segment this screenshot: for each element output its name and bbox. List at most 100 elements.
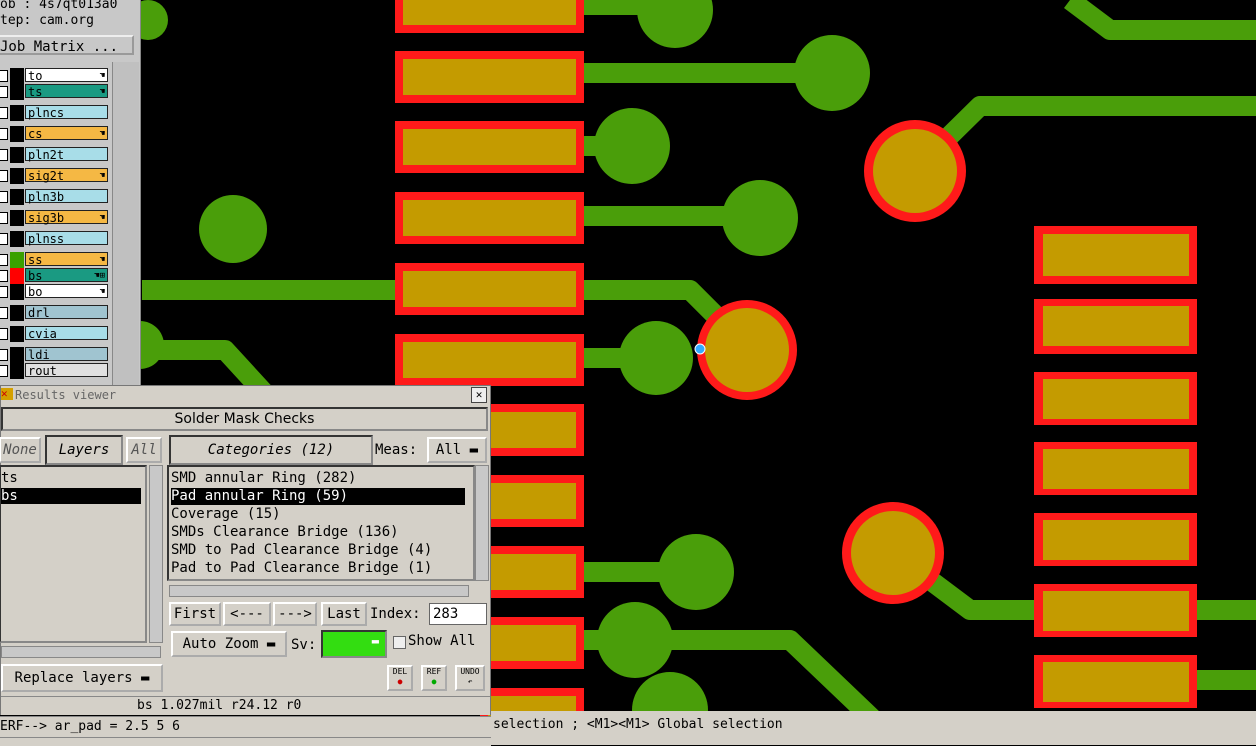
layer-color-swatch[interactable] (10, 305, 24, 321)
layer-color-swatch[interactable] (10, 231, 24, 247)
show-all-checkbox[interactable] (393, 636, 406, 649)
first-button[interactable]: First (169, 602, 221, 626)
category-item-selected[interactable]: Pad annular Ring (59) (171, 488, 465, 505)
layer-checkbox[interactable] (0, 349, 8, 361)
ref-button[interactable]: REF ● (421, 665, 447, 691)
layer-name[interactable]: cvia (25, 326, 108, 341)
all-layers-button[interactable]: All (126, 437, 162, 463)
layer-row-pln2t[interactable]: pln2t (0, 147, 112, 163)
layer-color-swatch[interactable] (10, 268, 24, 284)
index-input[interactable]: 283 (429, 603, 487, 625)
layer-row-ss[interactable]: ss ☚ (0, 252, 112, 268)
layer-name[interactable]: ts ☚ (25, 84, 108, 99)
layer-name[interactable]: sig3b ☚ (25, 210, 108, 225)
layer-name[interactable]: cs ☚ (25, 126, 108, 141)
layer-row-cs[interactable]: cs ☚ (0, 126, 112, 142)
layer-row-pln3b[interactable]: pln3b (0, 189, 112, 205)
layer-row-plncs[interactable]: plncs (0, 105, 112, 121)
layer-name[interactable]: to ☚ (25, 68, 108, 83)
layer-checkbox[interactable] (0, 191, 8, 203)
layer-row-sig3b[interactable]: sig3b ☚ (0, 210, 112, 226)
layer-checkbox[interactable] (0, 212, 8, 224)
category-hscrollbar[interactable] (169, 585, 469, 597)
category-item[interactable]: SMDs Clearance Bridge (136) (171, 524, 399, 541)
layer-name[interactable]: plnss (25, 231, 108, 246)
layer-row-ts[interactable]: ts ☚ (0, 84, 112, 100)
layer-name[interactable]: bs ☚⊞ (25, 268, 108, 283)
layer-result-list[interactable]: ts bs (0, 465, 147, 643)
layer-checkbox[interactable] (0, 307, 8, 319)
layer-checkbox[interactable] (0, 365, 8, 377)
layer-color-swatch[interactable] (10, 189, 24, 205)
close-icon[interactable]: ✕ (471, 387, 487, 403)
layer-checkbox[interactable] (0, 254, 8, 266)
prev-button[interactable]: <--- (223, 602, 271, 626)
layer-list-vscrollbar[interactable] (149, 465, 163, 643)
category-item[interactable]: SMD annular Ring (282) (171, 470, 356, 487)
undo-button[interactable]: UNDO ↶ (455, 665, 485, 691)
category-list[interactable]: SMD annular Ring (282) Pad annular Ring … (167, 465, 475, 581)
none-button[interactable]: None (0, 437, 41, 463)
layer-checkbox[interactable] (0, 328, 8, 340)
del-button[interactable]: DEL ● (387, 665, 413, 691)
layer-checkbox[interactable] (0, 86, 8, 98)
layer-color-swatch[interactable] (10, 68, 24, 84)
layer-color-swatch[interactable] (10, 326, 24, 342)
layer-checkbox[interactable] (0, 70, 8, 82)
layer-name[interactable]: sig2t ☚ (25, 168, 108, 183)
next-button[interactable]: ---> (273, 602, 317, 626)
layer-color-swatch[interactable] (10, 168, 24, 184)
category-vscrollbar[interactable] (475, 465, 489, 581)
last-button[interactable]: Last (321, 602, 367, 626)
layer-color-swatch[interactable] (10, 284, 24, 300)
layer-name[interactable]: bo ☚ (25, 284, 108, 299)
layer-result-item[interactable]: ts (1, 470, 141, 486)
layer-color-swatch[interactable] (10, 126, 24, 142)
layer-row-to[interactable]: to ☚ (0, 68, 112, 84)
layer-row-drl[interactable]: drl (0, 305, 112, 321)
layer-checkbox[interactable] (0, 107, 8, 119)
command-line[interactable]: ERF--> ar_pad = 2.5 5 6 (0, 716, 491, 737)
layer-list-hscrollbar[interactable] (1, 646, 161, 658)
layer-name[interactable]: plncs (25, 105, 108, 120)
layer-color-swatch[interactable] (10, 84, 24, 100)
categories-button[interactable]: Categories (12) (169, 435, 373, 465)
meas-select[interactable]: All ▬ (427, 437, 487, 463)
layer-scrollbar[interactable] (112, 62, 139, 385)
layer-row-cvia[interactable]: cvia (0, 326, 112, 342)
auto-zoom-button[interactable]: Auto Zoom ▬ (171, 631, 287, 657)
layer-color-swatch[interactable] (10, 105, 24, 121)
layers-button[interactable]: Layers (45, 435, 123, 465)
layer-color-swatch[interactable] (10, 252, 24, 268)
layer-checkbox[interactable] (0, 170, 8, 182)
category-item[interactable]: SMD to Pad Clearance Bridge (4) (171, 542, 432, 559)
category-item[interactable]: Pad to Pad Clearance Bridge (1) (171, 560, 432, 577)
layer-color-swatch[interactable] (10, 363, 24, 379)
layer-row-plnss[interactable]: plnss (0, 231, 112, 247)
layer-checkbox[interactable] (0, 128, 8, 140)
layer-row-sig2t[interactable]: sig2t ☚ (0, 168, 112, 184)
layer-checkbox[interactable] (0, 233, 8, 245)
layer-row-bo[interactable]: bo ☚ (0, 284, 112, 300)
sv-color-select[interactable]: ▬ (321, 630, 387, 658)
layer-name[interactable]: pln3b (25, 189, 108, 204)
layer-row-bs[interactable]: bs ☚⊞ (0, 268, 112, 284)
layer-name[interactable]: ss ☚ (25, 252, 108, 267)
layer-color-swatch[interactable] (10, 147, 24, 163)
layer-name[interactable]: pln2t (25, 147, 108, 162)
results-viewer-titlebar[interactable]: ✕ Results viewer ✕ (1, 386, 490, 404)
category-item[interactable]: Coverage (15) (171, 506, 281, 523)
job-matrix-button[interactable]: Job Matrix ... (0, 35, 134, 55)
layer-checkbox[interactable] (0, 270, 8, 282)
layer-checkbox[interactable] (0, 149, 8, 161)
layer-color-swatch[interactable] (10, 347, 24, 363)
layer-color-swatch[interactable] (10, 210, 24, 226)
layer-row-ldi[interactable]: ldi (0, 347, 112, 363)
layer-row-rout[interactable]: rout (0, 363, 112, 379)
layer-checkbox[interactable] (0, 286, 8, 298)
layer-name[interactable]: ldi (25, 347, 108, 362)
layer-result-item-selected[interactable]: bs (1, 488, 141, 504)
replace-layers-button[interactable]: Replace layers ▬ (1, 664, 163, 692)
layer-name[interactable]: drl (25, 305, 108, 320)
layer-name[interactable]: rout (25, 363, 108, 378)
